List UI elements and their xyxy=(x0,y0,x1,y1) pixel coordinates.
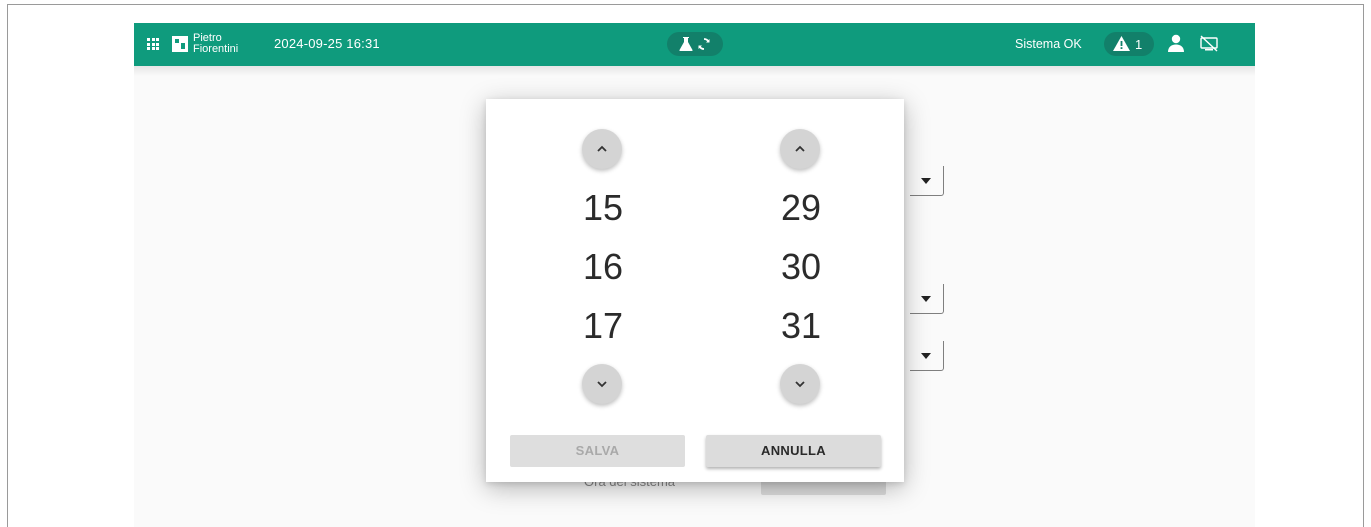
minute-value-next[interactable]: 31 xyxy=(741,305,861,347)
system-status-text: Sistema OK xyxy=(1015,37,1082,51)
caret-down-icon xyxy=(921,296,931,302)
hour-column: 15 16 17 xyxy=(543,99,663,419)
apps-grid-icon[interactable] xyxy=(147,38,159,50)
save-button[interactable]: SALVA xyxy=(510,435,685,467)
warning-icon xyxy=(1113,36,1130,51)
logo-text: Pietro Fiorentini xyxy=(193,33,238,55)
brand-logo: Pietro Fiorentini xyxy=(172,33,252,55)
chevron-up-icon xyxy=(795,145,805,152)
cancel-button[interactable]: ANNULLA xyxy=(706,435,881,467)
hour-value-next[interactable]: 17 xyxy=(543,305,663,347)
flask-icon xyxy=(679,37,693,51)
time-picker-dialog: 15 16 17 29 30 31 SALVA ANNULLA xyxy=(486,99,904,482)
minute-up-button[interactable] xyxy=(780,129,820,169)
hour-up-button[interactable] xyxy=(582,129,622,169)
system-datetime: 2024-09-25 16:31 xyxy=(274,36,380,51)
background-select-3[interactable] xyxy=(910,341,944,371)
network-off-icon[interactable] xyxy=(1200,35,1218,52)
chevron-down-icon xyxy=(795,381,805,388)
logo-line-2: Fiorentini xyxy=(193,43,239,55)
alarm-count: 1 xyxy=(1135,37,1143,52)
caret-down-icon xyxy=(921,353,931,359)
user-icon[interactable] xyxy=(1168,34,1184,52)
alarm-badge[interactable]: 1 xyxy=(1104,32,1154,56)
sync-icon xyxy=(698,38,710,50)
hour-value-selected[interactable]: 16 xyxy=(543,246,663,288)
topbar-shadow xyxy=(134,66,1255,76)
minute-value-prev[interactable]: 29 xyxy=(741,187,861,229)
background-select-2[interactable] xyxy=(910,284,944,314)
hour-down-button[interactable] xyxy=(582,364,622,404)
hour-value-prev[interactable]: 15 xyxy=(543,187,663,229)
logo-mark-icon xyxy=(172,36,188,52)
minute-value-selected[interactable]: 30 xyxy=(741,246,861,288)
chevron-up-icon xyxy=(597,145,607,152)
caret-down-icon xyxy=(921,178,931,184)
minute-down-button[interactable] xyxy=(780,364,820,404)
chevron-down-icon xyxy=(597,381,607,388)
test-mode-pill[interactable] xyxy=(667,32,723,56)
top-bar: Pietro Fiorentini 2024-09-25 16:31 Siste… xyxy=(134,23,1255,76)
minute-column: 29 30 31 xyxy=(741,99,861,419)
background-select-1[interactable] xyxy=(910,166,944,196)
